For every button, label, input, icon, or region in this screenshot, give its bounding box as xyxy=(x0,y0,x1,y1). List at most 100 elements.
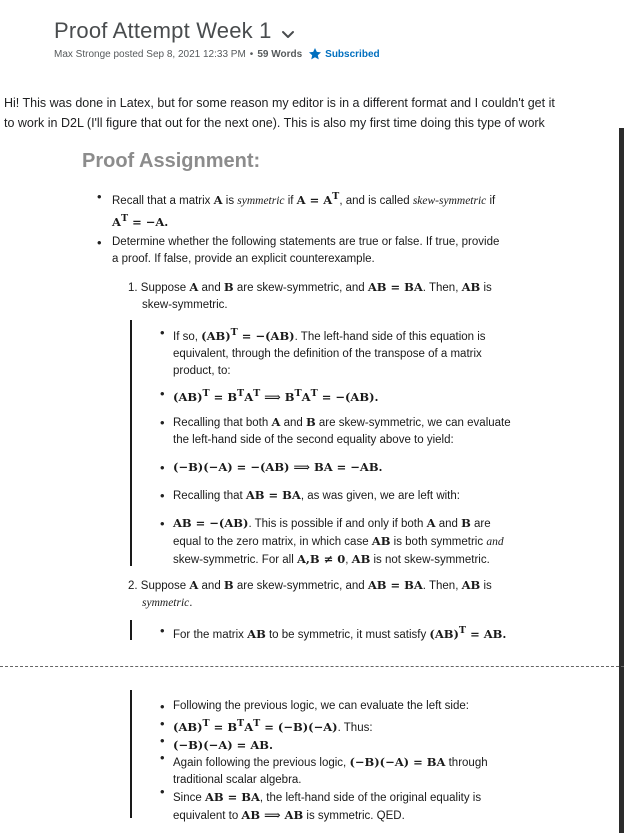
intro-line-1: Hi! This was done in Latex, but for some… xyxy=(4,96,555,110)
post-intro: Hi! This was done in Latex, but for some… xyxy=(4,93,620,133)
text: skew-symmetric. xyxy=(142,299,228,311)
bullet-marker: • xyxy=(160,325,165,340)
math-expr: (−B)(−A) = AB. xyxy=(173,737,273,752)
math-A: A xyxy=(213,192,223,207)
math-expr: AB = BA xyxy=(367,578,423,592)
scroll-edge[interactable] xyxy=(619,128,624,833)
bullet-marker: • xyxy=(160,415,165,430)
math-B: B xyxy=(223,578,234,592)
math-expr: = (−B)(−A) xyxy=(260,719,338,734)
math-expr: = AB. xyxy=(466,626,507,641)
text: . Thus: xyxy=(337,721,373,734)
math-expr: A = A xyxy=(296,192,333,207)
post-title-row: Proof Attempt Week 1 xyxy=(54,18,296,44)
math-expr: (−B)(−A) = −(AB) ⟹ BA = −AB. xyxy=(173,460,383,474)
item-number: 2. xyxy=(128,580,138,592)
superscript: T xyxy=(202,718,210,729)
text: equivalent, through the definition of th… xyxy=(173,347,482,360)
text: equivalent to xyxy=(173,809,242,822)
text: If so, xyxy=(173,330,202,343)
proof-rule xyxy=(130,620,132,640)
text: if xyxy=(284,194,297,207)
chevron-down-icon[interactable] xyxy=(280,26,296,42)
item-number: 1. xyxy=(128,282,138,294)
item-1: 1. Suppose A and B are skew-symmetric, a… xyxy=(128,279,528,314)
math-expr: A xyxy=(301,389,311,404)
proof-rule xyxy=(130,320,132,566)
math-expr: AB ⟹ AB xyxy=(241,807,304,822)
text: . Then, xyxy=(422,282,462,294)
proof-continuation: Following the previous logic, we can eva… xyxy=(173,698,553,825)
subscribed-button[interactable]: Subscribed xyxy=(325,49,379,60)
bullet-marker: • xyxy=(97,235,102,250)
text: equal to the zero matrix, in which case xyxy=(173,536,372,548)
superscript: T xyxy=(294,388,302,399)
math-expr: = −(AB). xyxy=(317,389,379,404)
math-expr: (AB) xyxy=(429,626,459,641)
emphasis: symmetric xyxy=(237,194,285,207)
text: Recall that a matrix xyxy=(112,194,214,207)
math-A: A xyxy=(189,578,199,592)
text: is symmetric. QED. xyxy=(303,809,405,822)
proof-rule xyxy=(130,690,132,818)
text: is xyxy=(480,282,492,294)
text: and xyxy=(198,282,224,294)
text: through xyxy=(445,756,488,769)
text: Since xyxy=(173,791,205,804)
math-expr: = B xyxy=(209,389,238,404)
text: . Then, xyxy=(422,580,462,592)
word-count: 59 Words xyxy=(257,48,303,60)
math-expr: AB xyxy=(247,626,266,641)
text: the left-hand side of the second equalit… xyxy=(173,434,454,446)
math-expr: A,B ≠ 0 xyxy=(296,552,346,566)
bullet-marker: • xyxy=(160,716,165,731)
math-expr: AB xyxy=(371,534,391,548)
post-meta: Max Stronge posted Sep 8, 2021 12:33 PM … xyxy=(54,47,380,61)
text: is both symmetric xyxy=(390,536,487,548)
math-expr: A xyxy=(244,719,254,734)
text: traditional scalar algebra. xyxy=(173,773,302,786)
document-title: Proof Assignment: xyxy=(82,150,261,172)
task-bullet: Determine whether the following statemen… xyxy=(112,234,532,268)
proof-step-6: AB = −(AB). This is possible if and only… xyxy=(173,515,543,569)
text: Again following the previous logic, xyxy=(173,756,350,769)
text: are skew-symmetric, and xyxy=(233,282,368,294)
text: and xyxy=(198,580,224,592)
proof-step-4: (−B)(−A) = −(AB) ⟹ BA = −AB. xyxy=(173,459,533,476)
bullet-marker: • xyxy=(160,784,165,799)
text: Recalling that xyxy=(173,490,246,502)
definition-bullet: Recall that a matrix A is symmetric if A… xyxy=(112,188,522,232)
bullet-marker: • xyxy=(160,386,165,401)
math-expr: (−B)(−A) = BA xyxy=(349,754,446,769)
text: , and is called xyxy=(339,194,413,207)
text: . The left-hand side of this equation is xyxy=(294,330,486,343)
text: is xyxy=(480,580,492,592)
math-expr: AB = BA xyxy=(204,789,260,804)
proof-step-1: If so, (AB)T = −(AB). The left-hand side… xyxy=(173,324,533,380)
superscript: T xyxy=(458,625,467,636)
math-B: B xyxy=(305,415,316,429)
text: are skew-symmetric, we can evaluate xyxy=(315,417,511,429)
math-expr: AB xyxy=(351,552,371,566)
text: is not skew-symmetric. xyxy=(370,554,490,566)
text: . xyxy=(189,597,193,609)
math-expr: AB xyxy=(461,280,481,294)
math-expr: = −(AB) xyxy=(237,328,295,343)
page-break-divider xyxy=(0,666,624,667)
text: are skew-symmetric, and xyxy=(233,580,368,592)
text: product, to: xyxy=(173,364,231,377)
emphasis: symmetric xyxy=(142,597,190,609)
emphasis: and xyxy=(486,536,504,548)
proof-step-7: For the matrix AB to be symmetric, it mu… xyxy=(173,622,553,644)
text: . This is possible if and only if both xyxy=(248,518,427,530)
math-B: B xyxy=(223,280,234,294)
star-icon[interactable] xyxy=(308,47,322,61)
text: are xyxy=(470,518,491,530)
math-expr: (AB) xyxy=(201,328,231,343)
text: Suppose xyxy=(140,282,190,294)
text: , the left-hand side of the original equ… xyxy=(259,791,482,804)
math-expr: AB = −(AB) xyxy=(173,516,249,530)
superscript: T xyxy=(310,388,318,399)
proof-step-3: Recalling that both A and B are skew-sym… xyxy=(173,414,543,449)
bullet-marker: • xyxy=(160,623,165,638)
